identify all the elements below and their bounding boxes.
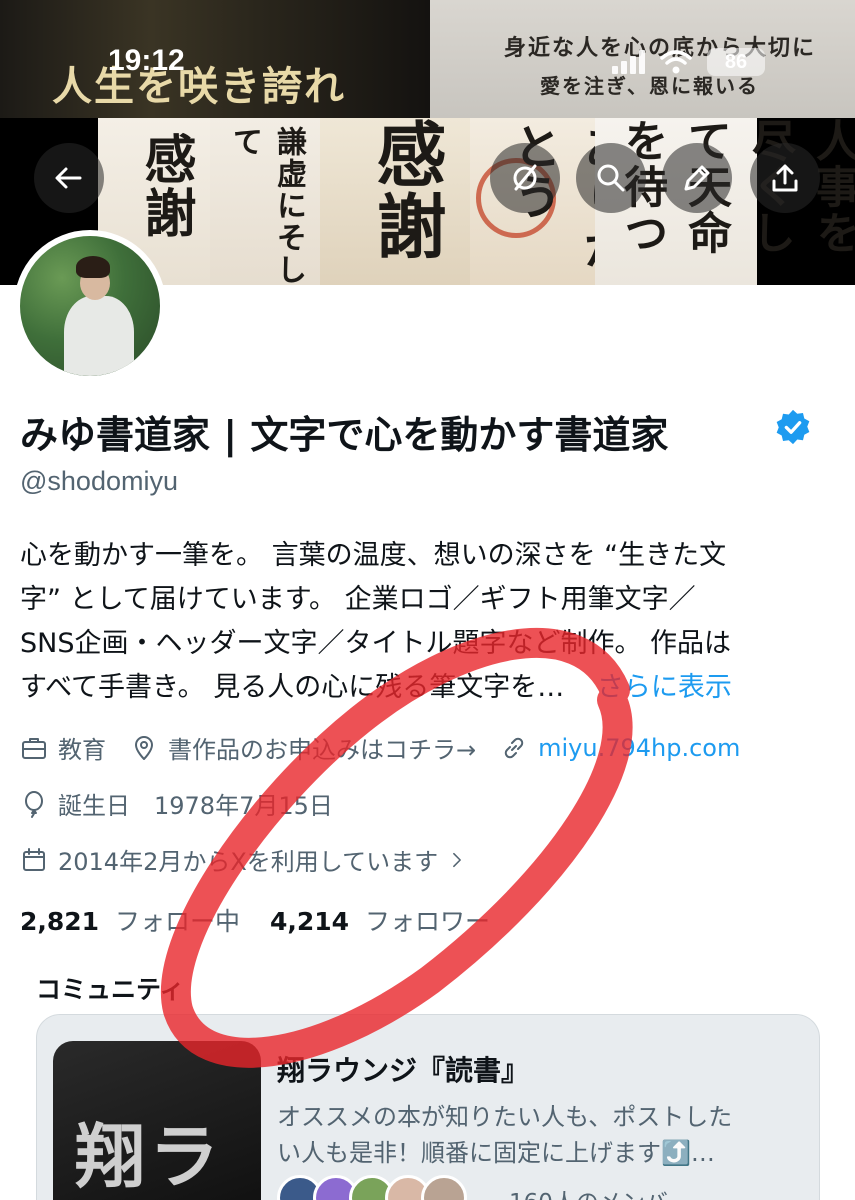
location-label: 書作品のお申込みはコチラ→ [168, 736, 477, 764]
location-pin-icon [135, 735, 153, 760]
banner-calligraphy-left: 人生を咲き誇れ [52, 63, 346, 110]
banner-panel-1-text: 感謝 [135, 132, 196, 240]
category: 教育 [20, 730, 106, 765]
community-card[interactable]: 翔ラ 翔ラウンジ『読書』 オススメの本が知りたい人も、ポストした い人も是非！順… [36, 1014, 820, 1200]
search-icon [597, 164, 625, 192]
community-desc-line: オススメの本が知りたい人も、ポストした [277, 1103, 733, 1131]
link-icon [504, 737, 524, 758]
banner-panel-3: 感謝 [320, 118, 470, 285]
edit-button[interactable] [662, 143, 732, 213]
banner-panel-5-text: 人事を尽くして天命を待つ [616, 118, 855, 256]
following-label[interactable]: フォロー中 [115, 907, 240, 936]
community-member-avatars [277, 1175, 467, 1200]
status-indicators: 86 [612, 48, 765, 76]
calendar-icon [23, 847, 45, 871]
birthday-label: 誕生日 1978年7月15日 [58, 792, 333, 820]
grok-icon [513, 164, 537, 191]
website-link[interactable]: miyu.794hp.com [538, 734, 740, 762]
follow-stats: 2,821 フォロー中 4,214 フォロワー [20, 902, 512, 938]
banner-panel-3-text: 感謝 [365, 118, 448, 262]
arrow-left-icon [55, 167, 82, 189]
chevron-right-icon [453, 852, 462, 867]
location: 書作品のお申込みはコチラ→ [130, 730, 476, 765]
handle: @shodomiyu [20, 466, 178, 496]
community-desc-line: い人も是非！順番に固定に上げます⤴️… [277, 1139, 715, 1167]
battery-indicator: 86 [707, 48, 765, 76]
followers-count[interactable]: 4,214 [270, 907, 349, 936]
category-label: 教育 [58, 736, 106, 764]
cellular-signal-icon [612, 50, 645, 74]
grok-button[interactable] [490, 143, 560, 213]
pencil-icon [684, 165, 710, 191]
briefcase-icon [22, 737, 46, 759]
community-section-title: コミュニティ [36, 975, 185, 1004]
profile-meta-row-3[interactable]: 2014年2月からXを利用しています [20, 842, 502, 877]
avatar[interactable] [14, 230, 166, 382]
member-avatar [421, 1175, 467, 1200]
show-more-link[interactable]: さらに表示 [597, 672, 732, 703]
birthday: 誕生日 1978年7月15日 [20, 786, 333, 821]
display-name: みゆ書道家 | 文字で心を動かす書道家 [20, 413, 669, 457]
banner-panel-2: 愚直に学び謙虚にそして [210, 118, 350, 285]
followers-label[interactable]: フォロワー [365, 907, 490, 936]
banner-image-left: 人生を咲き誇れ [0, 0, 430, 118]
balloon-icon [25, 790, 43, 818]
bio-line-text: すべて手書き。 見る人の心に残る筆文字を… [20, 672, 573, 703]
community-description: オススメの本が知りたい人も、ポストした い人も是非！順番に固定に上げます⤴️… [277, 1099, 797, 1171]
verified-badge-icon[interactable] [774, 408, 812, 446]
search-button[interactable] [576, 143, 646, 213]
joined-date[interactable]: 2014年2月からXを利用しています [20, 842, 478, 877]
community-name: 翔ラウンジ『読書』 [277, 1054, 530, 1087]
bio-line: 心を動かす一筆を。 言葉の温度、想いの深さを “生きた文 [20, 540, 727, 571]
bio: 心を動かす一筆を。 言葉の温度、想いの深さを “生きた文 字” として届けていま… [20, 534, 820, 710]
website[interactable]: miyu.794hp.com [500, 734, 740, 762]
bio-line: 字” として届けています。 企業ロゴ／ギフト用筆文字／ [20, 584, 696, 615]
bio-line-last: すべて手書き。 見る人の心に残る筆文字を… さらに表示 [20, 666, 820, 710]
share-icon [772, 164, 798, 192]
status-time: 19:12 [108, 44, 185, 77]
share-button[interactable] [750, 143, 820, 213]
wifi-icon [660, 50, 692, 74]
community-thumbnail-text: 翔ラ [75, 1115, 223, 1198]
profile-meta-row-2: 誕生日 1978年7月15日 [20, 786, 357, 821]
back-button[interactable] [34, 143, 104, 213]
community-member-count: 160人のメンバー [509, 1183, 691, 1200]
community-thumbnail: 翔ラ [53, 1041, 261, 1200]
profile-meta-row-1: 教育 書作品のお申込みはコチラ→ miyu.794hp.com [20, 730, 764, 765]
bio-line: SNS企画・ヘッダー文字／タイトル題字など制作。 作品は [20, 628, 732, 659]
joined-label: 2014年2月からXを利用しています [58, 848, 439, 876]
following-count[interactable]: 2,821 [20, 907, 99, 936]
